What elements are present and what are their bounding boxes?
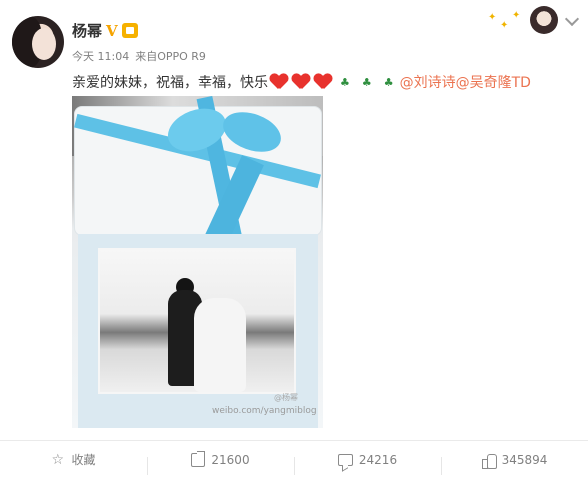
card-decoration: ✦ ✦ ✦ [486, 6, 580, 34]
post-time[interactable]: 今天 11:04 [72, 48, 129, 64]
heart-icon [292, 74, 310, 90]
clover-icon: ♣ [340, 75, 350, 89]
action-bar: ☆ 收藏 21600 24216 345894 [0, 440, 588, 478]
post-image[interactable]: @杨幂 weibo.com/yangmiblog [72, 96, 323, 428]
post-meta: 今天 11:04 来自OPPO R9 [72, 48, 206, 64]
favorite-button[interactable]: ☆ 收藏 [0, 451, 147, 468]
bride-figure [194, 298, 246, 392]
username-text[interactable]: 杨幂 [72, 20, 102, 41]
avatar[interactable] [12, 16, 64, 68]
comment-icon [337, 453, 353, 466]
clover-icon: ♣ [361, 75, 372, 89]
post-source: 来自OPPO R9 [135, 50, 206, 63]
username: 杨幂 V [72, 20, 138, 41]
verified-v-icon: V [106, 21, 118, 40]
decoration-avatar [530, 6, 558, 34]
share-count: 21600 [211, 452, 250, 467]
member-crown-icon[interactable] [121, 23, 138, 38]
comment-count: 24216 [358, 452, 398, 467]
post-text: 亲爱的妹妹，祝福，幸福，快乐 ♣ ♣ ♣ @刘诗诗 @吴奇隆TD [72, 72, 531, 92]
chevron-down-icon[interactable] [564, 12, 580, 28]
star-icon: ☆ [51, 451, 65, 468]
image-watermark-handle: @杨幂 [274, 393, 298, 402]
mention-link[interactable]: @吴奇隆TD [456, 72, 531, 92]
like-count: 345894 [501, 452, 548, 467]
mention-link[interactable]: @刘诗诗 [400, 72, 456, 92]
share-icon [191, 452, 206, 467]
image-watermark: weibo.com/yangmiblog [212, 406, 317, 416]
heart-icon [314, 74, 332, 90]
comment-button[interactable]: 24216 [294, 452, 441, 475]
clover-icon: ♣ [383, 75, 394, 89]
thumbs-up-icon [481, 453, 497, 469]
share-button[interactable]: 21600 [147, 452, 294, 475]
heart-icon [270, 74, 288, 90]
sparkle-icon: ✦ ✦ ✦ [488, 10, 521, 31]
favorite-label: 收藏 [71, 453, 96, 467]
avatar-face [32, 28, 56, 60]
like-button[interactable]: 345894 [441, 452, 588, 475]
post-body: 亲爱的妹妹，祝福，幸福，快乐 [72, 75, 268, 91]
